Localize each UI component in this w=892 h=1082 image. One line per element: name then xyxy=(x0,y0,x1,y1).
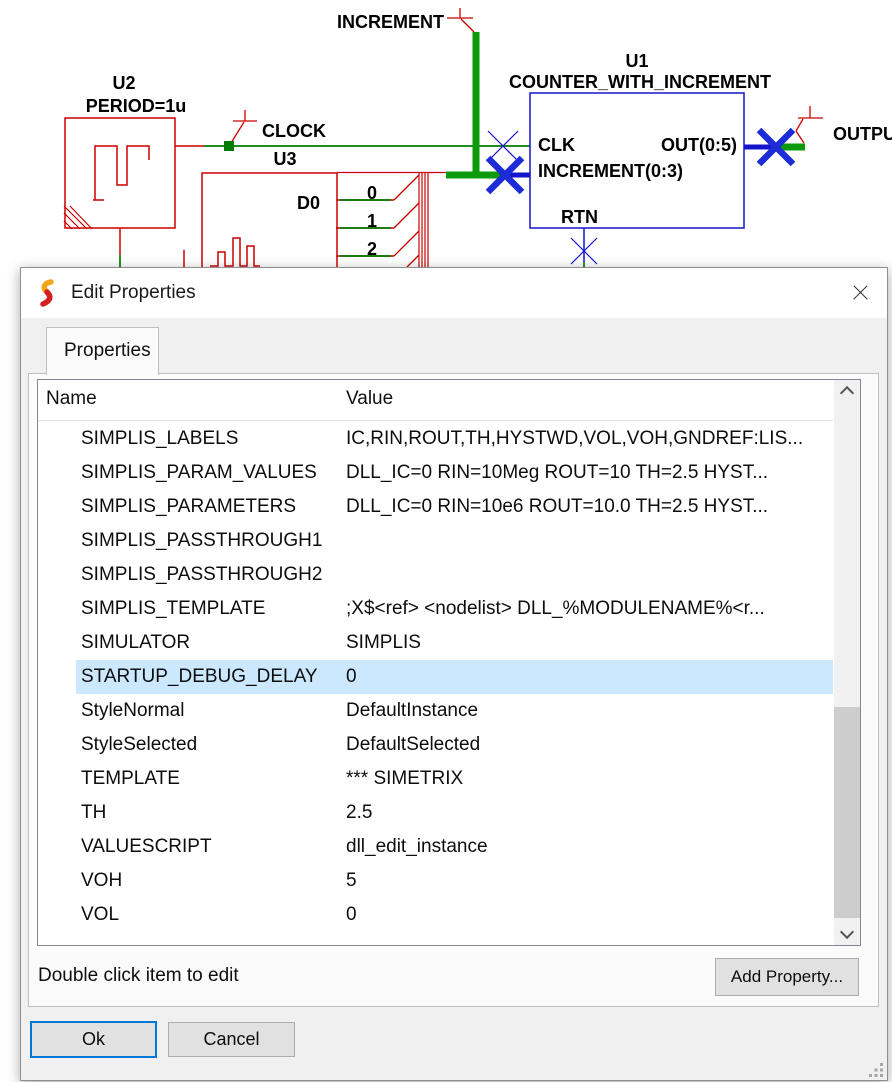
property-name: VOH xyxy=(81,870,122,891)
property-value: dll_edit_instance xyxy=(346,830,488,864)
scrollbar-thumb[interactable] xyxy=(834,707,860,918)
bit2-label: 2 xyxy=(367,239,377,259)
property-name: StyleNormal xyxy=(81,700,184,721)
u2-hatch xyxy=(64,206,92,229)
property-row[interactable]: STARTUP_DEBUG_DELAY 0 xyxy=(76,660,833,694)
u3-symbol-body[interactable] xyxy=(202,173,337,268)
property-row[interactable]: StyleSelected DefaultSelected xyxy=(76,728,833,762)
property-name: TEMPLATE xyxy=(81,768,180,789)
property-row[interactable]: SIMULATOR SIMPLIS xyxy=(76,626,833,660)
property-name: SIMPLIS_PASSTHROUGH2 xyxy=(81,564,322,585)
tab-content-panel: Name Value SIMPLIS_LABELS IC,RIN,ROUT,TH… xyxy=(28,373,879,1007)
u1-ref-label[interactable]: U1 xyxy=(625,51,648,71)
u2-symbol-body[interactable] xyxy=(65,118,175,228)
u1-pin-rtn-label: RTN xyxy=(561,207,598,227)
property-name: SIMPLIS_PASSTHROUGH1 xyxy=(81,530,322,551)
property-value: DLL_IC=0 RIN=10Meg ROUT=10 TH=2.5 HYST..… xyxy=(346,456,768,490)
u3-waveform-glyph xyxy=(210,238,260,266)
property-name: TH xyxy=(81,802,106,823)
column-header-name[interactable]: Name xyxy=(46,388,97,410)
property-row[interactable]: SIMPLIS_PASSTHROUGH2 xyxy=(76,558,833,592)
property-value: DefaultInstance xyxy=(346,694,478,728)
close-icon[interactable] xyxy=(845,279,875,307)
property-name: STARTUP_DEBUG_DELAY xyxy=(81,666,318,687)
property-name: VALUESCRIPT xyxy=(81,836,212,857)
property-row[interactable]: VOH 5 xyxy=(76,864,833,898)
dialog-title: Edit Properties xyxy=(71,282,196,304)
property-value: DLL_IC=0 RIN=10e6 ROUT=10.0 TH=2.5 HYST.… xyxy=(346,490,768,524)
bus-vertical[interactable] xyxy=(419,173,428,267)
increment-terminal-icon[interactable] xyxy=(447,8,474,32)
property-name: SIMPLIS_PARAMETERS xyxy=(81,496,296,517)
property-row[interactable]: VALUESCRIPT dll_edit_instance xyxy=(76,830,833,864)
increment-net-label[interactable]: INCREMENT xyxy=(337,12,444,32)
properties-table[interactable]: Name Value SIMPLIS_LABELS IC,RIN,ROUT,TH… xyxy=(37,379,861,946)
u2-waveform-glyph xyxy=(93,146,149,200)
property-row[interactable]: StyleNormal DefaultInstance xyxy=(76,694,833,728)
property-value: IC,RIN,ROUT,TH,HYSTWD,VOL,VOH,GNDREF:LIS… xyxy=(346,422,803,456)
scroll-up-icon[interactable] xyxy=(834,380,860,402)
property-name: SIMPLIS_PARAM_VALUES xyxy=(81,462,317,483)
property-row[interactable]: TH 2.5 xyxy=(76,796,833,830)
u2-ref-label[interactable]: U2 xyxy=(112,73,135,93)
property-row[interactable]: TEMPLATE *** SIMETRIX xyxy=(76,762,833,796)
add-property-button[interactable]: Add Property... xyxy=(715,958,859,996)
property-value: SIMPLIS xyxy=(346,626,421,660)
property-name: SIMPLIS_LABELS xyxy=(81,428,238,449)
property-value: 0 xyxy=(346,660,357,694)
dialog-titlebar[interactable]: Edit Properties xyxy=(21,268,887,318)
resize-grip[interactable] xyxy=(869,1063,883,1077)
property-row[interactable]: SIMPLIS_PARAMETERS DLL_IC=0 RIN=10e6 ROU… xyxy=(76,490,833,524)
property-value: *** SIMETRIX xyxy=(346,762,463,796)
property-value: ;X$<ref> <nodelist> DLL_%MODULENAME%<r..… xyxy=(346,592,765,626)
u1-pin-clk-label: CLK xyxy=(538,135,575,155)
clock-net-label[interactable]: CLOCK xyxy=(262,121,326,141)
hint-text: Double click item to edit xyxy=(38,965,239,987)
scroll-down-icon[interactable] xyxy=(834,923,860,945)
output-terminal-icon[interactable] xyxy=(796,106,823,143)
clock-junction-square[interactable] xyxy=(224,141,234,151)
vertical-scrollbar[interactable] xyxy=(834,380,860,945)
u1-pin-increment-label: INCREMENT(0:3) xyxy=(538,161,683,181)
bit0-label: 0 xyxy=(367,183,377,203)
property-value: DefaultSelected xyxy=(346,728,480,762)
u3-ref-label[interactable]: U3 xyxy=(273,149,296,169)
property-name: SIMULATOR xyxy=(81,632,190,653)
property-row[interactable]: SIMPLIS_TEMPLATE ;X$<ref> <nodelist> DLL… xyxy=(76,592,833,626)
clock-terminal-icon[interactable] xyxy=(231,110,257,143)
property-name: SIMPLIS_TEMPLATE xyxy=(81,598,265,619)
property-value: 2.5 xyxy=(346,796,372,830)
table-header: Name Value xyxy=(38,380,833,421)
simetrix-logo-icon xyxy=(37,279,57,307)
u3-pin-d0-label: D0 xyxy=(297,193,320,213)
property-value: 0 xyxy=(346,898,357,932)
property-name: VOL xyxy=(81,904,119,925)
u1-name-label[interactable]: COUNTER_WITH_INCREMENT xyxy=(509,72,771,92)
bus-ripper-diagonals xyxy=(394,175,419,267)
schematic-canvas: INCREMENT CLOCK OUTPUT U2 PERIOD=1u U3 D… xyxy=(0,0,892,268)
property-row[interactable]: SIMPLIS_PARAM_VALUES DLL_IC=0 RIN=10Meg … xyxy=(76,456,833,490)
table-body: SIMPLIS_LABELS IC,RIN,ROUT,TH,HYSTWD,VOL… xyxy=(38,422,833,945)
property-row[interactable]: SIMPLIS_PASSTHROUGH1 xyxy=(76,524,833,558)
u1-pin-out-label: OUT(0:5) xyxy=(661,135,737,155)
column-header-value[interactable]: Value xyxy=(346,388,393,410)
bit1-label: 1 xyxy=(367,211,377,231)
u2-param-label[interactable]: PERIOD=1u xyxy=(86,96,187,116)
edit-properties-dialog: Edit Properties Properties Name Value SI… xyxy=(20,267,888,1081)
cancel-button[interactable]: Cancel xyxy=(168,1022,295,1057)
output-net-label[interactable]: OUTPUT xyxy=(833,124,892,144)
property-row[interactable]: SIMPLIS_LABELS IC,RIN,ROUT,TH,HYSTWD,VOL… xyxy=(76,422,833,456)
tab-properties[interactable]: Properties xyxy=(46,327,159,375)
property-name: StyleSelected xyxy=(81,734,197,755)
property-value: 5 xyxy=(346,864,357,898)
ok-button[interactable]: Ok xyxy=(30,1021,157,1058)
property-row[interactable]: VOL 0 xyxy=(76,898,833,932)
